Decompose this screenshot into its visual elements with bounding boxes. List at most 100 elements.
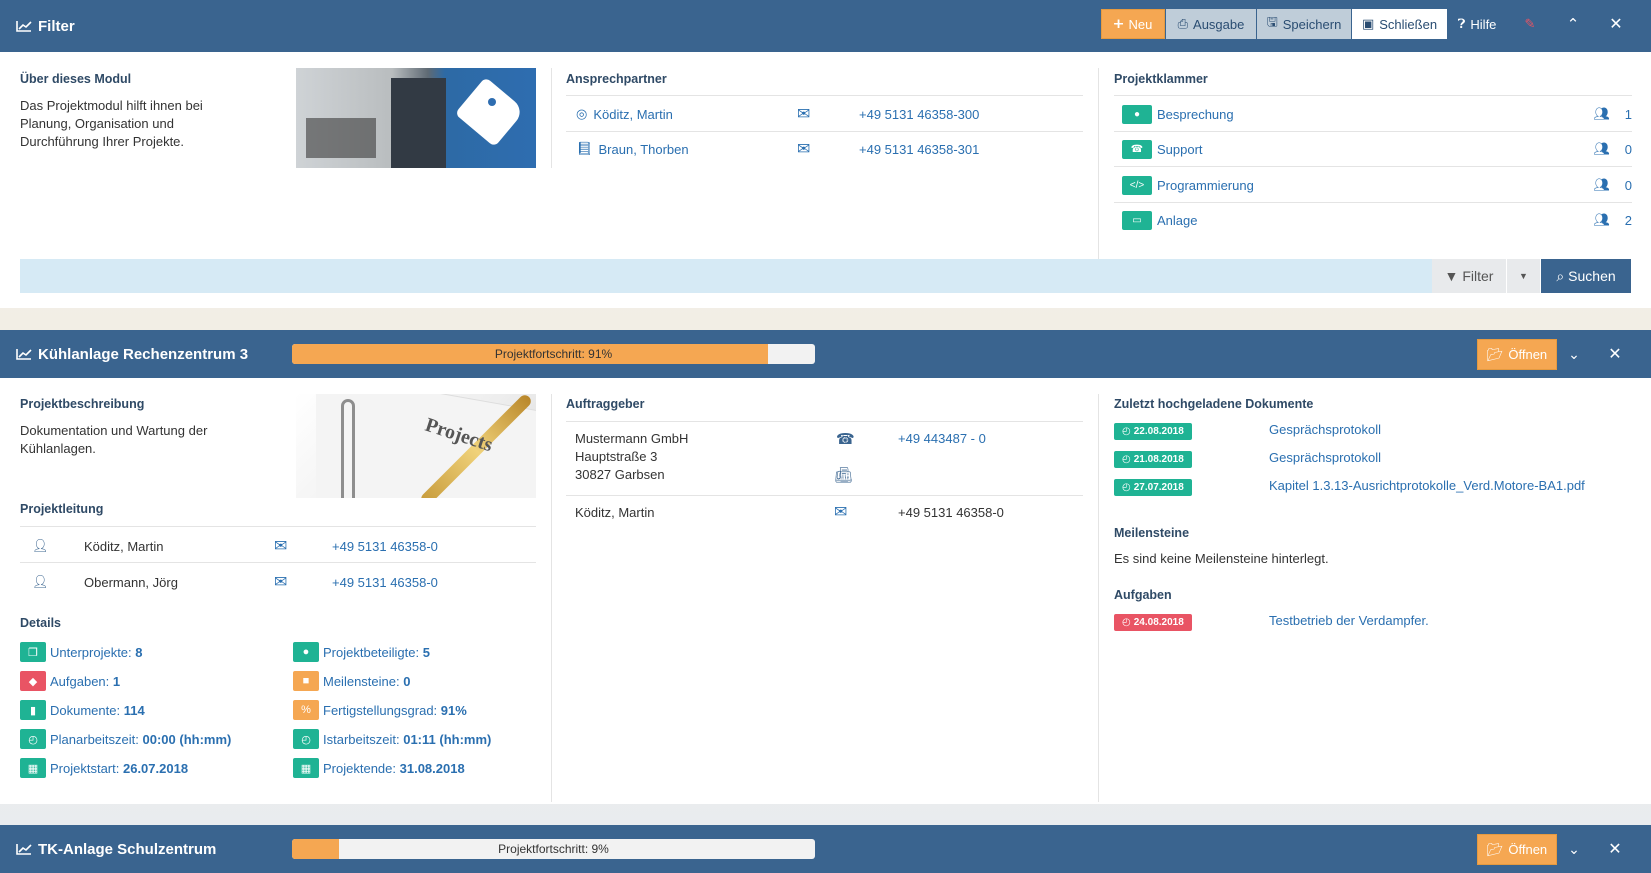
divider	[566, 421, 1083, 422]
klammer-label[interactable]: Programmierung	[1157, 178, 1254, 193]
pencil-icon[interactable]: ✎	[1520, 9, 1540, 39]
progress-text: Projektfortschritt: 9%	[498, 842, 609, 856]
contact-row: 📘︎ Braun, Thorben ✉︎ +49 5131 46358-301	[576, 137, 1083, 161]
about-line: Planung, Organisation und	[20, 116, 174, 131]
close-icon[interactable]: ✕	[1605, 339, 1625, 369]
klammer-count: 0	[1624, 141, 1632, 157]
filter-button[interactable]: ▼ Filter	[1432, 259, 1506, 293]
search-input[interactable]	[20, 259, 1432, 293]
detail-item: ■ Meilensteine: 0	[293, 671, 410, 691]
print-button[interactable]: ⎙ Ausgabe	[1166, 9, 1256, 39]
description-line: Dokumentation und Wartung der	[20, 423, 208, 438]
contacts-heading: Ansprechpartner	[566, 72, 667, 86]
client-phone[interactable]: +49 443487 - 0	[898, 431, 986, 446]
klammer-row: ● Besprechung 👥︎ 1	[1122, 104, 1632, 124]
new-button[interactable]: ➕︎ Neu	[1101, 9, 1165, 39]
leitung-heading: Projektleitung	[20, 502, 104, 516]
cube-icon: ■	[293, 671, 319, 691]
search-button[interactable]: ⌕ Suchen	[1541, 259, 1631, 293]
detail-label: Unterprojekte:	[50, 644, 132, 660]
caret-down-icon: ▼	[1519, 271, 1528, 281]
project-title[interactable]: Kühlanlage Rechenzentrum 3	[16, 346, 248, 363]
chevron-up-icon[interactable]: ⌃	[1563, 9, 1583, 39]
calendar-icon: ▦	[293, 758, 319, 778]
klammer-label[interactable]: Anlage	[1157, 213, 1197, 228]
chevron-down-icon[interactable]: ⌄	[1564, 834, 1584, 864]
task-link[interactable]: Testbetrieb der Verdampfer.	[1269, 613, 1429, 628]
klammer-label[interactable]: Support	[1157, 142, 1203, 157]
file-icon: ▮	[20, 700, 46, 720]
klammer-count: 2	[1624, 212, 1632, 228]
divider	[20, 526, 536, 527]
documents-heading: Zuletzt hochgeladene Dokumente	[1114, 397, 1314, 411]
milestones-text: Es sind keine Meilensteine hinterlegt.	[1114, 551, 1329, 566]
filter-title: Filter	[16, 18, 75, 35]
detail-value: 26.07.2018	[122, 760, 189, 776]
contact-name[interactable]: Braun, Thorben	[599, 142, 689, 157]
clock-icon: ◴	[1122, 482, 1131, 493]
envelope-icon[interactable]: ✉︎	[834, 502, 847, 522]
leader-phone[interactable]: +49 5131 46358-0	[332, 539, 438, 554]
close-icon[interactable]: ✕	[1606, 9, 1626, 39]
close-module-button[interactable]: ▣ Schließen	[1352, 9, 1447, 39]
detail-label: Istarbeitszeit:	[323, 731, 400, 747]
client-company: Mustermann GmbH	[575, 431, 689, 446]
client-contact-phone: +49 5131 46358-0	[898, 505, 1004, 520]
detail-label: Dokumente:	[50, 702, 121, 718]
filter-dropdown-button[interactable]: ▼	[1507, 259, 1540, 293]
chevron-down-icon[interactable]: ⌄	[1564, 339, 1584, 369]
line-chart-icon	[16, 844, 32, 855]
percent-icon: %	[293, 700, 319, 720]
folder-open-icon: 📂︎	[1486, 346, 1504, 362]
copy-icon: ❐	[20, 642, 46, 662]
folder-open-icon: 📂︎	[1486, 841, 1504, 857]
help-button[interactable]: ❓︎ Hilfe	[1452, 9, 1502, 39]
detail-value: 1	[112, 673, 121, 689]
divider	[551, 68, 552, 168]
auftraggeber-heading: Auftraggeber	[566, 397, 645, 411]
line-chart-icon	[16, 349, 32, 360]
klammer-row: </> Programmierung 👥︎ 0	[1122, 175, 1632, 195]
milestones-heading: Meilensteine	[1114, 526, 1190, 540]
save-label: Speichern	[1282, 16, 1342, 32]
document-link[interactable]: Kapitel 1.3.13-Ausrichtprotokolle_Verd.M…	[1269, 478, 1585, 493]
document-date: 21.08.2018	[1133, 454, 1184, 465]
envelope-icon[interactable]: ✉︎	[797, 104, 810, 124]
open-label: Öffnen	[1508, 842, 1548, 857]
detail-label: Projektende:	[323, 760, 396, 776]
detail-label: Projektbeteiligte:	[323, 644, 420, 660]
clock-icon: ◴	[1122, 617, 1131, 628]
clock-icon: ◴	[1122, 426, 1131, 437]
document-date-badge: ◴ 27.07.2018	[1114, 479, 1192, 496]
contact-phone[interactable]: +49 5131 46358-301	[859, 142, 979, 157]
book-icon: 📘︎	[576, 141, 593, 156]
klammer-label[interactable]: Besprechung	[1157, 107, 1234, 122]
klammer-count: 1	[1624, 106, 1632, 122]
save-button[interactable]: 🖫 Speichern	[1257, 9, 1351, 39]
envelope-icon[interactable]: ✉︎	[797, 139, 810, 159]
envelope-icon[interactable]: ✉︎	[274, 572, 287, 592]
contact-name[interactable]: Köditz, Martin	[593, 107, 672, 122]
detail-value: 91%	[440, 702, 467, 718]
help-label: Hilfe	[1470, 16, 1497, 32]
contact-phone[interactable]: +49 5131 46358-300	[859, 107, 979, 122]
detail-item: % Fertigstellungsgrad: 91%	[293, 700, 467, 720]
divider	[1114, 166, 1632, 167]
description-heading: Projektbeschreibung	[20, 397, 145, 411]
project-title[interactable]: TK-Anlage Schulzentrum	[16, 841, 216, 858]
envelope-icon[interactable]: ✉︎	[274, 536, 287, 556]
filter-panel-body: Über dieses Modul Das Projektmodul hilft…	[0, 52, 1651, 308]
detail-value: 00:00 (hh:mm)	[142, 731, 232, 747]
open-project-button[interactable]: 📂︎ Öffnen	[1477, 339, 1557, 370]
divider	[1114, 131, 1632, 132]
user-icon: 👤︎	[32, 574, 49, 589]
plus-icon: ➕︎	[1113, 16, 1124, 31]
document-date-badge: ◴ 21.08.2018	[1114, 451, 1192, 468]
leader-phone[interactable]: +49 5131 46358-0	[332, 575, 438, 590]
document-link[interactable]: Gesprächsprotokoll	[1269, 450, 1381, 465]
leader-name: Obermann, Jörg	[84, 574, 178, 590]
close-icon[interactable]: ✕	[1605, 834, 1625, 864]
open-project-button[interactable]: 📂︎ Öffnen	[1477, 834, 1557, 865]
users-icon: 👥︎	[1593, 106, 1610, 121]
document-link[interactable]: Gesprächsprotokoll	[1269, 422, 1381, 437]
